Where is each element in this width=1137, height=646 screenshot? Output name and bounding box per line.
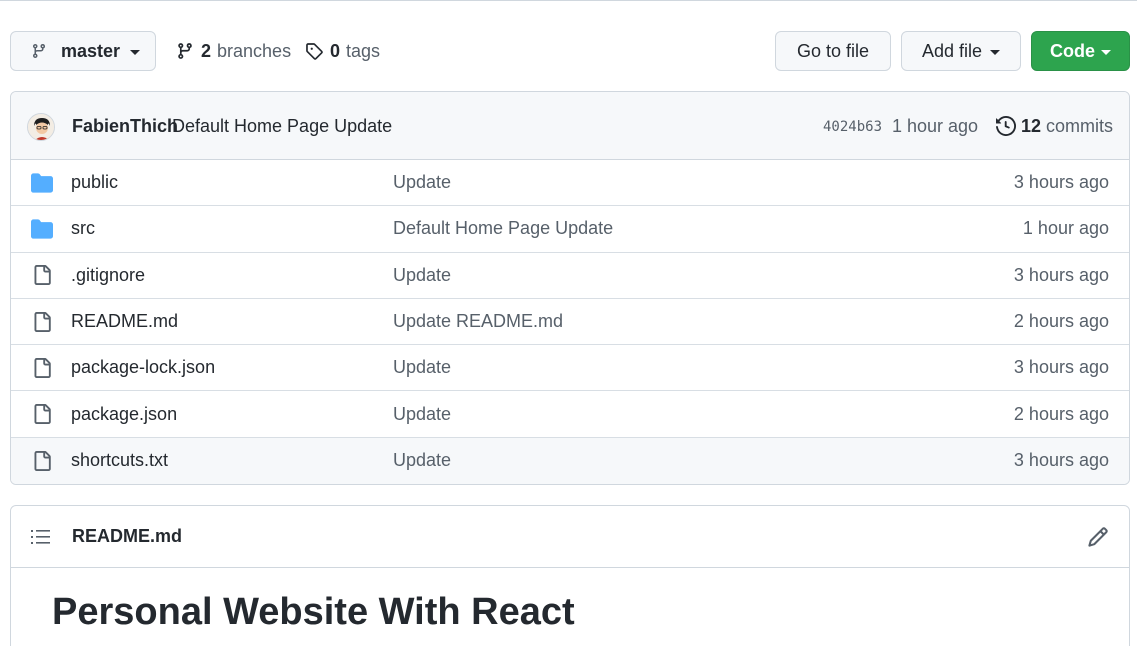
folder-icon xyxy=(31,172,53,194)
code-button[interactable]: Code xyxy=(1031,31,1130,71)
file-row[interactable]: public Update 3 hours ago xyxy=(11,160,1129,207)
file-commit-time: 2 hours ago xyxy=(1013,403,1109,424)
file-commit-message-link[interactable]: Update xyxy=(393,357,451,378)
commit-author-link[interactable]: FabienThich xyxy=(72,116,178,137)
branches-link[interactable]: 2 branches xyxy=(176,31,291,71)
file-commit-message-link[interactable]: Update xyxy=(393,265,451,286)
add-file-button[interactable]: Add file xyxy=(901,31,1021,71)
avatar[interactable] xyxy=(27,113,55,141)
readme-title[interactable]: README.md xyxy=(72,526,182,547)
file-row[interactable]: shortcuts.txt Update 3 hours ago xyxy=(11,437,1129,484)
tags-count: 0 xyxy=(330,40,341,61)
file-icon xyxy=(31,264,53,286)
file-commit-message-link[interactable]: Default Home Page Update xyxy=(393,218,613,239)
add-file-label: Add file xyxy=(921,40,983,61)
file-commit-message-link[interactable]: Update xyxy=(393,172,451,193)
file-commit-message-link[interactable]: Update README.md xyxy=(393,311,563,332)
pencil-icon[interactable] xyxy=(1087,526,1109,548)
branches-count: 2 xyxy=(201,40,212,61)
file-name-link[interactable]: .gitignore xyxy=(71,265,145,286)
commits-history-link[interactable]: 12 commits xyxy=(996,114,1113,138)
file-row[interactable]: .gitignore Update 3 hours ago xyxy=(11,253,1129,299)
commits-count: 12 xyxy=(1021,115,1042,136)
file-commit-time: 3 hours ago xyxy=(1013,357,1109,378)
latest-commit-bar: FabienThich Default Home Page Update 402… xyxy=(11,92,1129,160)
file-name-link[interactable]: package.json xyxy=(71,404,177,425)
code-label: Code xyxy=(1050,40,1095,61)
branch-select-button[interactable]: master xyxy=(10,31,156,71)
tags-label: tags xyxy=(346,40,381,61)
file-name-link[interactable]: shortcuts.txt xyxy=(71,450,168,471)
list-unordered-icon[interactable] xyxy=(31,528,51,546)
git-branch-icon xyxy=(176,42,194,60)
file-name-link[interactable]: src xyxy=(71,218,95,239)
file-name-link[interactable]: README.md xyxy=(71,311,178,332)
file-icon xyxy=(31,403,53,425)
folder-icon xyxy=(31,218,53,240)
file-commit-time: 2 hours ago xyxy=(1013,311,1109,332)
file-row[interactable]: package-lock.json Update 3 hours ago xyxy=(11,345,1129,392)
file-commit-time: 3 hours ago xyxy=(1013,172,1109,193)
chevron-down-icon xyxy=(1101,50,1111,55)
readme-heading: Personal Website With React xyxy=(52,591,575,633)
commits-label: commits xyxy=(1046,115,1114,136)
readme-panel: README.md Personal Website With React xyxy=(10,505,1130,646)
file-icon xyxy=(31,311,53,333)
file-commit-time: 3 hours ago xyxy=(1013,264,1109,285)
file-icon xyxy=(31,450,53,472)
commit-sha-link[interactable]: 4024b63 xyxy=(823,119,882,135)
repo-toolbar: master 2 branches 0 tags Go to file Add … xyxy=(10,31,1130,71)
file-commit-message-link[interactable]: Update xyxy=(393,404,451,425)
file-row[interactable]: src Default Home Page Update 1 hour ago xyxy=(11,206,1129,253)
history-icon xyxy=(996,116,1016,136)
go-to-file-label: Go to file xyxy=(796,40,870,61)
chevron-down-icon xyxy=(130,50,141,55)
file-row[interactable]: package.json Update 2 hours ago xyxy=(11,391,1129,438)
file-commit-time: 1 hour ago xyxy=(1022,218,1109,239)
file-row[interactable]: README.md Update README.md 2 hours ago xyxy=(11,299,1129,346)
branches-label: branches xyxy=(217,40,292,61)
commit-time: 1 hour ago xyxy=(892,116,979,136)
file-list: public Update 3 hours ago src Default Home P… xyxy=(11,160,1129,484)
chevron-down-icon xyxy=(990,50,1001,55)
readme-header: README.md xyxy=(11,506,1129,568)
git-branch-icon xyxy=(31,43,47,59)
tag-icon xyxy=(305,42,323,60)
file-commit-time: 3 hours ago xyxy=(1013,450,1109,471)
commit-message-link[interactable]: Default Home Page Update xyxy=(172,116,392,137)
go-to-file-button[interactable]: Go to file xyxy=(775,31,891,71)
top-divider xyxy=(0,0,1137,1)
tags-link[interactable]: 0 tags xyxy=(305,31,380,71)
file-browser: FabienThich Default Home Page Update 402… xyxy=(10,91,1130,485)
branch-name: master xyxy=(61,40,121,61)
file-name-link[interactable]: public xyxy=(71,172,118,193)
file-commit-message-link[interactable]: Update xyxy=(393,450,451,471)
file-name-link[interactable]: package-lock.json xyxy=(71,357,215,378)
file-icon xyxy=(31,357,53,379)
